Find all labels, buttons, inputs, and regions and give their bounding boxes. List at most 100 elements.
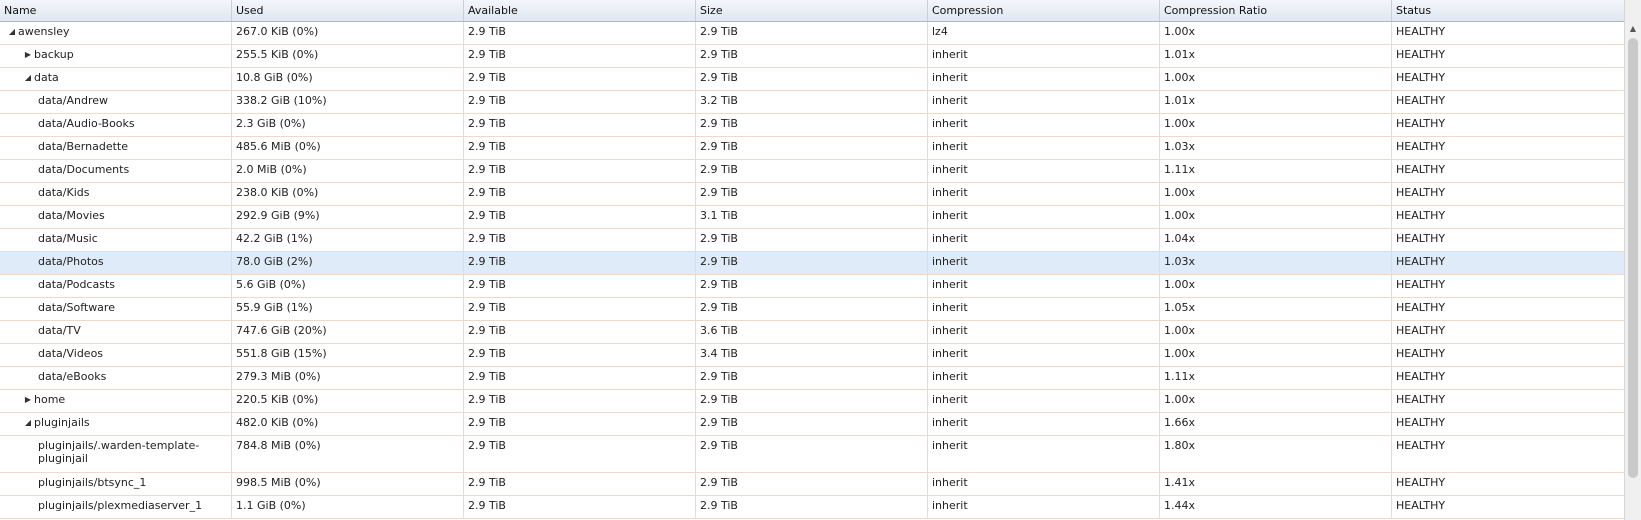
size-cell: 2.9 TiB <box>696 160 928 182</box>
table-row[interactable]: data/Kids 238.0 KiB (0%) 2.9 TiB 2.9 TiB inh… <box>0 183 1624 206</box>
column-header-compression[interactable]: Compression <box>928 0 1160 21</box>
column-header-available[interactable]: Available <box>464 0 696 21</box>
table-row[interactable]: data/Audio-Books 2.3 GiB (0%) 2.9 TiB 2.9 T… <box>0 114 1624 137</box>
status-cell: HEALTHY <box>1396 301 1446 314</box>
table-row[interactable]: data/Bernadette 485.6 MiB (0%) 2.9 TiB 2.9 … <box>0 137 1624 160</box>
status-cell: HEALTHY <box>1396 416 1446 429</box>
status-cell: HEALTHY <box>1396 370 1446 383</box>
table-row[interactable]: data/TV 747.6 GiB (20%) 2.9 TiB 3.6 TiB inhe… <box>0 321 1624 344</box>
used-cell: 998.5 MiB (0%) <box>232 473 464 495</box>
compression-cell: inherit <box>928 137 1160 159</box>
size-cell: 2.9 TiB <box>696 137 928 159</box>
compression-cell: inherit <box>928 206 1160 228</box>
table-row[interactable]: ◢ data 10.8 GiB (0%) 2.9 TiB 2.9 TiB inherit 1… <box>0 68 1624 91</box>
grid-body: ◢ awensley 267.0 KiB (0%) 2.9 TiB 2.9 TiB lz4… <box>0 22 1624 519</box>
compression-cell: inherit <box>928 160 1160 182</box>
triangle-down-icon[interactable]: ◢ <box>22 71 34 84</box>
table-row[interactable]: pluginjails/.warden-template-pluginjail 7… <box>0 436 1624 473</box>
compression-cell: inherit <box>928 275 1160 297</box>
name-cell: data/Audio-Books <box>0 114 232 136</box>
triangle-down-icon[interactable]: ◢ <box>6 25 18 38</box>
compression-cell: inherit <box>928 390 1160 412</box>
table-row[interactable]: data/Movies 292.9 GiB (9%) 2.9 TiB 3.1 TiB i… <box>0 206 1624 229</box>
grid-header: Name Used Available Size Compression Com… <box>0 0 1624 22</box>
used-cell: 10.8 GiB (0%) <box>232 68 464 90</box>
column-header-compression-ratio[interactable]: Compression Ratio <box>1160 0 1392 21</box>
compression-ratio-cell: 1.66x <box>1160 413 1392 435</box>
compression-ratio-cell: 1.00x <box>1160 68 1392 90</box>
table-row[interactable]: data/Andrew 338.2 GiB (10%) 2.9 TiB 3.2 TiB… <box>0 91 1624 114</box>
used-cell: 55.9 GiB (1%) <box>232 298 464 320</box>
status-cell: HEALTHY <box>1396 347 1446 360</box>
scrollbar-thumb[interactable] <box>1628 38 1638 478</box>
used-cell: 2.0 MiB (0%) <box>232 160 464 182</box>
available-cell: 2.9 TiB <box>464 275 696 297</box>
table-row[interactable]: ◢ pluginjails 482.0 KiB (0%) 2.9 TiB 2.9 TiB… <box>0 413 1624 436</box>
table-row[interactable]: data/Videos 551.8 GiB (15%) 2.9 TiB 3.4 TiB… <box>0 344 1624 367</box>
size-cell: 2.9 TiB <box>696 22 928 44</box>
column-header-name[interactable]: Name <box>0 0 232 21</box>
compression-cell: inherit <box>928 367 1160 389</box>
status-cell: HEALTHY <box>1396 499 1446 512</box>
scroll-up-arrow-icon[interactable]: ▲ <box>1625 22 1641 36</box>
compression-cell: inherit <box>928 45 1160 67</box>
used-cell: 78.0 GiB (2%) <box>232 252 464 274</box>
vertical-scrollbar[interactable]: ▲ <box>1624 0 1641 520</box>
compression-ratio-cell: 1.03x <box>1160 252 1392 274</box>
compression-cell: inherit <box>928 413 1160 435</box>
table-row[interactable]: data/Music 42.2 GiB (1%) 2.9 TiB 2.9 TiB inh… <box>0 229 1624 252</box>
table-row[interactable]: data/eBooks 279.3 MiB (0%) 2.9 TiB 2.9 TiB i… <box>0 367 1624 390</box>
table-row[interactable]: data/Podcasts 5.6 GiB (0%) 2.9 TiB 2.9 TiB i… <box>0 275 1624 298</box>
compression-ratio-cell: 1.00x <box>1160 114 1392 136</box>
table-row[interactable]: ◢ awensley 267.0 KiB (0%) 2.9 TiB 2.9 TiB lz4… <box>0 22 1624 45</box>
name-cell: data/Photos <box>0 252 232 274</box>
used-cell: 747.6 GiB (20%) <box>232 321 464 343</box>
name-cell: ◢ data <box>0 68 232 90</box>
dataset-name: data/Audio-Books <box>38 117 135 130</box>
table-row[interactable]: pluginjails/btsync_1 998.5 MiB (0%) 2.9 Ti… <box>0 473 1624 496</box>
table-row[interactable]: data/Photos 78.0 GiB (2%) 2.9 TiB 2.9 TiB in… <box>0 252 1624 275</box>
available-cell: 2.9 TiB <box>464 229 696 251</box>
dataset-name: data/Kids <box>38 186 90 199</box>
available-cell: 2.9 TiB <box>464 91 696 113</box>
table-row[interactable]: ▶ backup 255.5 KiB (0%) 2.9 TiB 2.9 TiB inher… <box>0 45 1624 68</box>
size-cell: 3.4 TiB <box>696 344 928 366</box>
volumes-tree-grid-view: Name Used Available Size Compression Com… <box>0 0 1641 520</box>
status-cell: HEALTHY <box>1396 209 1446 222</box>
size-cell: 2.9 TiB <box>696 114 928 136</box>
name-cell: data/Kids <box>0 183 232 205</box>
dataset-name: data/Software <box>38 301 115 314</box>
name-cell: ◢ pluginjails <box>0 413 232 435</box>
name-cell: data/Videos <box>0 344 232 366</box>
status-cell: HEALTHY <box>1396 186 1446 199</box>
available-cell: 2.9 TiB <box>464 22 696 44</box>
size-cell: 3.2 TiB <box>696 91 928 113</box>
name-cell: pluginjails/.warden-template-pluginjail <box>0 436 232 472</box>
column-header-status[interactable]: Status <box>1392 0 1624 21</box>
size-cell: 2.9 TiB <box>696 68 928 90</box>
compression-ratio-cell: 1.00x <box>1160 206 1392 228</box>
compression-ratio-cell: 1.00x <box>1160 22 1392 44</box>
name-cell: ◢ awensley <box>0 22 232 44</box>
available-cell: 2.9 TiB <box>464 206 696 228</box>
table-row[interactable]: pluginjails/plexmediaserver_1 1.1 GiB (0%… <box>0 496 1624 519</box>
status-cell: HEALTHY <box>1396 324 1446 337</box>
column-header-size[interactable]: Size <box>696 0 928 21</box>
table-row[interactable]: ▶ home 220.5 KiB (0%) 2.9 TiB 2.9 TiB inherit… <box>0 390 1624 413</box>
compression-cell: inherit <box>928 91 1160 113</box>
triangle-right-icon[interactable]: ▶ <box>22 48 34 61</box>
used-cell: 5.6 GiB (0%) <box>232 275 464 297</box>
status-cell: HEALTHY <box>1396 163 1446 176</box>
volumes-tree-grid: Name Used Available Size Compression Com… <box>0 0 1624 520</box>
used-cell: 1.1 GiB (0%) <box>232 496 464 518</box>
table-row[interactable]: data/Software 55.9 GiB (1%) 2.9 TiB 2.9 TiB… <box>0 298 1624 321</box>
compression-cell: inherit <box>928 252 1160 274</box>
column-header-used[interactable]: Used <box>232 0 464 21</box>
triangle-right-icon[interactable]: ▶ <box>22 393 34 406</box>
size-cell: 2.9 TiB <box>696 298 928 320</box>
table-row[interactable]: data/Documents 2.0 MiB (0%) 2.9 TiB 2.9 TiB… <box>0 160 1624 183</box>
triangle-down-icon[interactable]: ◢ <box>22 416 34 429</box>
status-cell: HEALTHY <box>1396 117 1446 130</box>
dataset-name: data/Andrew <box>38 94 109 107</box>
dataset-name: awensley <box>18 25 70 38</box>
